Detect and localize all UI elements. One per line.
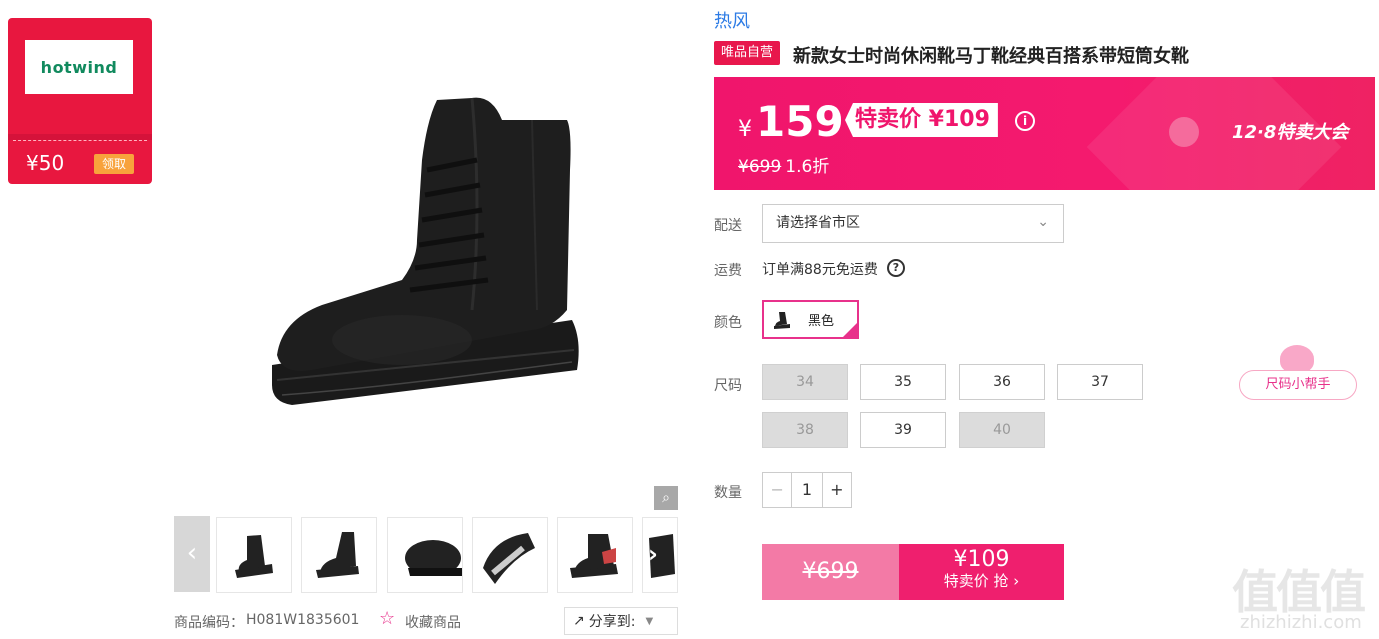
buy-sale-price: ¥109 [953, 547, 1010, 572]
shipping-label: 运费 [714, 263, 742, 279]
current-price: ¥159 [738, 97, 844, 146]
decrease-button[interactable]: − [763, 473, 793, 507]
banner-decoration [1169, 117, 1199, 147]
magnifier-icon[interactable]: ⌕ [654, 486, 678, 510]
size-option-39[interactable]: 39 [860, 412, 946, 448]
size-option-40: 40 [959, 412, 1045, 448]
product-title: 新款女士时尚休闲靴马丁靴经典百搭系带短筒女靴 [793, 46, 1189, 67]
hotwind-logo: hotwind [25, 40, 133, 94]
original-price: ¥699 1.6折 [738, 157, 830, 177]
thumb-prev-button[interactable]: ‹ [174, 516, 210, 592]
event-label: 12·8特卖大会 [1232, 122, 1349, 143]
help-icon[interactable]: ? [887, 259, 905, 277]
claim-coupon-button[interactable]: 领取 [94, 154, 134, 174]
thumbnail[interactable] [301, 517, 377, 593]
size-option-35[interactable]: 35 [860, 364, 946, 400]
star-icon[interactable]: ☆ [379, 608, 395, 629]
brand-link[interactable]: 热风 [714, 7, 750, 33]
size-option-34: 34 [762, 364, 848, 400]
share-label: 分享到: [588, 614, 636, 630]
sku-code: H081W1835601 [246, 612, 360, 628]
mascot-icon [1280, 345, 1314, 373]
increase-button[interactable]: + [821, 473, 851, 507]
quantity-label: 数量 [714, 485, 742, 501]
buy-now-button[interactable]: ¥699 ¥109 特卖价 抢 › [762, 544, 1064, 600]
size-helper-button[interactable]: 尺码小帮手 [1239, 370, 1357, 400]
boot-thumb-icon [774, 311, 790, 329]
info-icon[interactable]: i [1015, 111, 1035, 131]
main-product-image [172, 10, 678, 510]
buy-action-label: 特卖价 抢 › [943, 572, 1020, 590]
quantity-value[interactable]: 1 [792, 473, 821, 507]
region-select[interactable]: 请选择省市区 ⌄ [762, 204, 1064, 243]
favorite-link[interactable]: 收藏商品 [405, 612, 461, 632]
color-option-black[interactable]: 黑色 [762, 300, 859, 339]
thumbnail[interactable] [216, 517, 292, 593]
self-operated-badge: 唯品自营 [714, 41, 780, 65]
thumbnail[interactable] [472, 517, 548, 593]
share-button[interactable]: ↗ 分享到: ▼ [564, 607, 678, 635]
thumb-next-button[interactable]: › [648, 540, 658, 568]
brand-coupon[interactable]: hotwind ¥50 领取 [8, 18, 152, 184]
sale-price-tag: 特卖价 ¥109 [845, 103, 998, 137]
dropdown-arrow-icon: ▼ [645, 615, 654, 627]
buy-sale-section[interactable]: ¥109 特卖价 抢 › [899, 544, 1064, 600]
color-label: 颜色 [714, 315, 742, 331]
delivery-label: 配送 [714, 218, 742, 234]
selected-check-icon [843, 323, 857, 337]
coupon-amount: ¥50 [26, 151, 65, 175]
boot-image [272, 97, 579, 405]
thumbnail[interactable] [557, 517, 633, 593]
quantity-stepper[interactable]: − 1 + [762, 472, 852, 508]
share-icon: ↗ [573, 613, 585, 629]
size-option-37[interactable]: 37 [1057, 364, 1143, 400]
sku-label: 商品编码： [174, 615, 244, 631]
size-option-38: 38 [762, 412, 848, 448]
buy-original-price: ¥699 [762, 544, 899, 600]
shipping-text: 订单满88元免运费 [762, 262, 878, 278]
watermark-url: zhizhizhi.com [1240, 612, 1362, 633]
size-label: 尺码 [714, 378, 742, 394]
size-option-36[interactable]: 36 [959, 364, 1045, 400]
thumbnail[interactable] [387, 517, 464, 593]
chevron-down-icon: ⌄ [1037, 214, 1049, 230]
